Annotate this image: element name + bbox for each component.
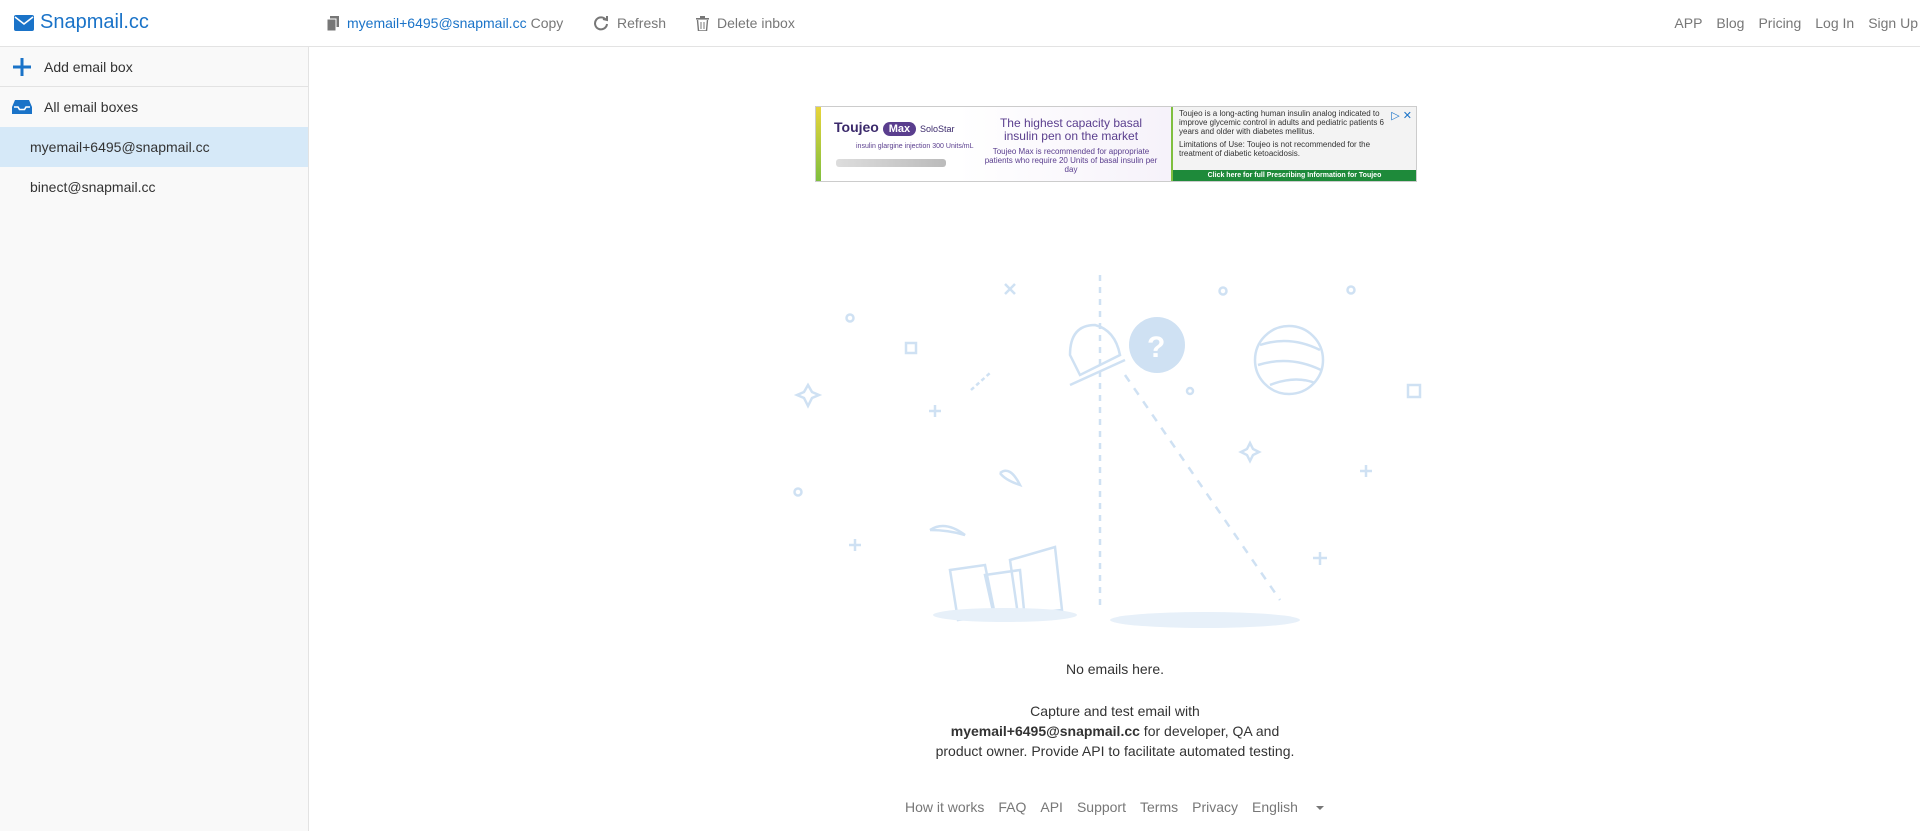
refresh-label: Refresh bbox=[617, 15, 667, 31]
brand-name: Snapmail.cc bbox=[40, 11, 149, 33]
ad-close-icon[interactable]: ▷ ✕ bbox=[1391, 109, 1412, 122]
footer-api[interactable]: API bbox=[1040, 799, 1063, 815]
refresh-button[interactable]: Refresh bbox=[593, 15, 666, 31]
nav-blog[interactable]: Blog bbox=[1716, 15, 1744, 31]
copy-button[interactable]: Copy bbox=[531, 15, 564, 31]
footer-privacy[interactable]: Privacy bbox=[1192, 799, 1238, 815]
ad-limitations: Limitations of Use: Toujeo is not recomm… bbox=[1179, 140, 1371, 158]
add-email-box-label: Add email box bbox=[44, 58, 133, 75]
ad-right-panel: Toujeo is a long-acting human insulin an… bbox=[1173, 107, 1416, 181]
current-email-link[interactable]: myemail+6495@snapmail.cc bbox=[347, 15, 527, 31]
ad-body: Toujeo Max is recommended for appropriat… bbox=[984, 147, 1158, 174]
footer-terms[interactable]: Terms bbox=[1140, 799, 1178, 815]
ad-left-panel: Toujeo Max SoloStar insulin glargine inj… bbox=[816, 107, 1173, 181]
sidebar: Add email box All email boxes myemail+64… bbox=[0, 47, 309, 831]
caret-down-icon bbox=[1315, 806, 1324, 811]
ad-banner[interactable]: Toujeo Max SoloStar insulin glargine inj… bbox=[815, 106, 1417, 182]
sidebar-inbox-item[interactable]: myemail+6495@snapmail.cc bbox=[0, 127, 308, 167]
all-email-boxes-item[interactable]: All email boxes bbox=[0, 87, 308, 127]
plus-icon bbox=[13, 57, 31, 76]
top-nav: APP Blog Pricing Log In Sign Up bbox=[1674, 15, 1920, 31]
add-email-box-button[interactable]: Add email box bbox=[0, 47, 308, 87]
ad-footer-link[interactable]: Click here for full Prescribing Informat… bbox=[1173, 170, 1416, 181]
footer: How it works FAQ API Support Terms Priva… bbox=[905, 799, 1338, 815]
empty-title: No emails here. bbox=[1065, 661, 1165, 677]
footer-faq[interactable]: FAQ bbox=[998, 799, 1026, 815]
footer-support[interactable]: Support bbox=[1077, 799, 1126, 815]
inbox-address: binect@snapmail.cc bbox=[30, 179, 156, 195]
ad-headline: The highest capacity basal insulin pen o… bbox=[999, 116, 1143, 143]
empty-line-2: myemail+6495@snapmail.cc for developer, … bbox=[950, 723, 1280, 739]
refresh-icon bbox=[594, 16, 608, 31]
ad-indication: Toujeo is a long-acting human insulin an… bbox=[1179, 109, 1384, 136]
sidebar-inbox-item[interactable]: binect@snapmail.cc bbox=[0, 167, 308, 207]
footer-how-it-works[interactable]: How it works bbox=[905, 799, 984, 815]
ad-subtitle: insulin glargine injection 300 Units/mL bbox=[856, 143, 974, 150]
ad-pen-image bbox=[836, 159, 946, 167]
empty-line-1: Capture and test email with bbox=[1030, 703, 1200, 719]
envelope-icon bbox=[14, 14, 34, 31]
nav-signup[interactable]: Sign Up bbox=[1868, 15, 1918, 31]
trash-icon bbox=[696, 15, 709, 31]
delete-inbox-label: Delete inbox bbox=[717, 15, 795, 31]
nav-pricing[interactable]: Pricing bbox=[1758, 15, 1801, 31]
empty-inbox-illustration: ? bbox=[793, 275, 1422, 628]
copy-icon bbox=[327, 15, 339, 31]
svg-text:?: ? bbox=[1147, 331, 1165, 364]
nav-login[interactable]: Log In bbox=[1815, 15, 1854, 31]
delete-inbox-button[interactable]: Delete inbox bbox=[696, 15, 795, 31]
empty-description: Capture and test email with myemail+6495… bbox=[900, 701, 1330, 761]
empty-line-3: product owner. Provide API to facilitate… bbox=[935, 743, 1295, 759]
brand-logo[interactable]: Snapmail.cc bbox=[14, 11, 149, 34]
ad-logo: Toujeo Max SoloStar bbox=[834, 119, 955, 136]
ad-accent-bar bbox=[816, 107, 821, 181]
nav-app[interactable]: APP bbox=[1674, 15, 1702, 31]
copy-email-control[interactable]: myemail+6495@snapmail.cc Copy bbox=[327, 15, 563, 31]
top-bar: Snapmail.cc myemail+6495@snapmail.cc Cop… bbox=[0, 0, 1920, 47]
inbox-icon bbox=[12, 100, 32, 114]
empty-email: myemail+6495@snapmail.cc bbox=[950, 723, 1140, 739]
language-select[interactable]: English bbox=[1252, 799, 1324, 815]
inbox-address: myemail+6495@snapmail.cc bbox=[30, 139, 210, 155]
all-email-boxes-label: All email boxes bbox=[44, 99, 139, 115]
